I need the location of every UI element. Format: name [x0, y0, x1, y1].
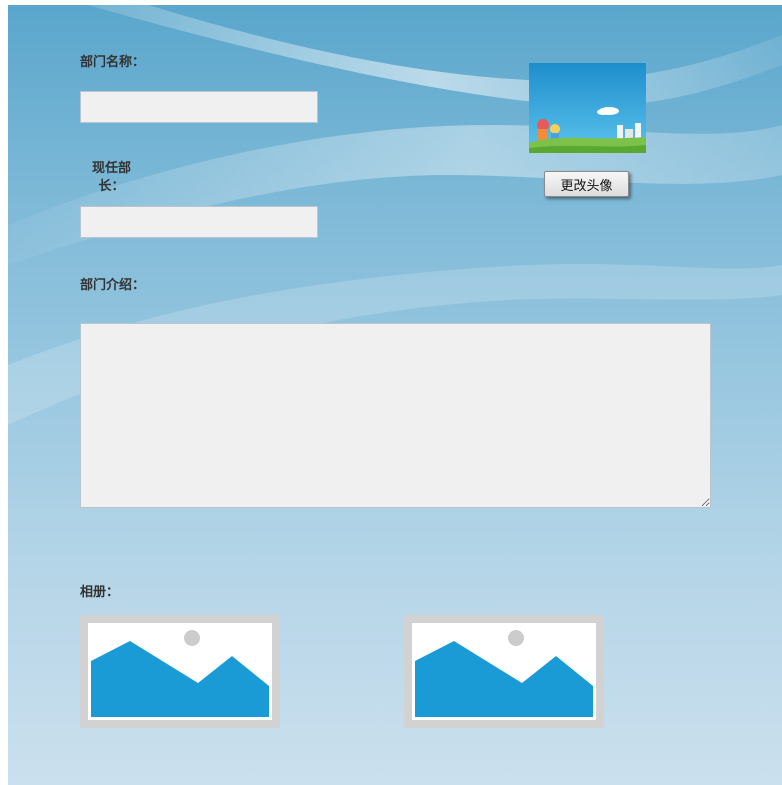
current-head-label-line1: 现任部 — [92, 161, 132, 176]
current-head-label-line2: 长： — [98, 179, 125, 194]
current-head-input[interactable] — [80, 206, 318, 238]
avatar-cartoon-image — [529, 63, 646, 153]
department-name-label: 部门名称： — [80, 55, 146, 70]
album-photo[interactable] — [404, 615, 604, 728]
department-avatar — [529, 63, 646, 153]
page-background: 部门名称： 现任部 长： 部门介绍： 更改头像 相册： — [8, 5, 782, 785]
department-name-input[interactable] — [80, 91, 318, 123]
department-intro-label: 部门介绍： — [80, 278, 146, 293]
album-label: 相册： — [80, 585, 120, 600]
image-placeholder-icon — [404, 615, 604, 728]
change-avatar-button[interactable]: 更改头像 — [544, 171, 629, 197]
current-head-label: 现任部 长： — [92, 160, 131, 196]
album-photo[interactable] — [80, 615, 280, 728]
department-intro-textarea[interactable] — [80, 323, 711, 508]
image-placeholder-icon — [80, 615, 280, 728]
